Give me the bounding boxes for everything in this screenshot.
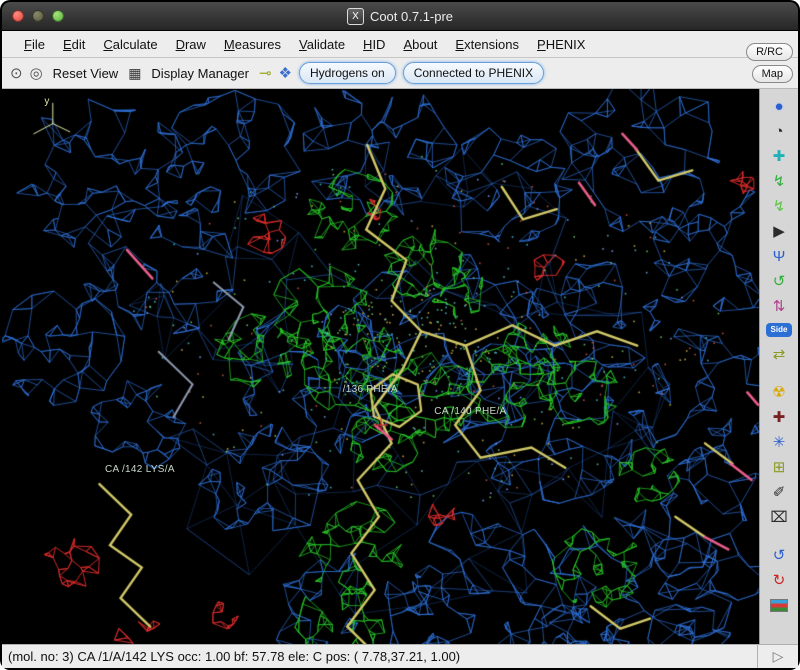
tool-cross-icon[interactable]: ✚ xyxy=(764,405,794,429)
redo-icon[interactable]: ↻ xyxy=(764,568,794,592)
view-orbit-icon[interactable]: ◎ xyxy=(30,66,43,81)
menu-bar: File Edit Calculate Draw Measures Valida… xyxy=(2,31,798,58)
window-title: X Coot 0.7.1-pre xyxy=(347,8,453,25)
menu-about[interactable]: About xyxy=(395,34,445,55)
modelling-sidebar: ● ◔ ✚ ↯ ↯ ▶ Ψ ↺ ⇅ Side ⇄ ☢ ✚ ✳ ⊞ ✐ ⌧ ↺ ↻ xyxy=(759,89,798,644)
menu-hid[interactable]: HID xyxy=(355,34,393,55)
play-icon[interactable]: ▶ xyxy=(764,219,794,243)
flag-icon[interactable] xyxy=(764,593,794,617)
menu-draw[interactable]: Draw xyxy=(168,34,214,55)
menu-validate[interactable]: Validate xyxy=(291,34,353,55)
toolbar: ⊙ ◎ Reset View ▦ Display Manager ⊸ ❖ Hyd… xyxy=(2,58,798,89)
real-space-refine-icon[interactable]: ↯ xyxy=(764,169,794,193)
zoom-button[interactable] xyxy=(52,10,64,22)
menu-extensions[interactable]: Extensions xyxy=(447,34,527,55)
spin-button[interactable]: ▷ xyxy=(757,644,798,668)
connected-phenix-button[interactable]: Connected to PHENIX xyxy=(403,62,544,84)
menu-phenix[interactable]: PHENIX xyxy=(529,34,593,55)
radiation-icon[interactable]: ☢ xyxy=(764,380,794,404)
density-sphere-icon[interactable]: ● xyxy=(764,94,794,118)
gl-viewport: y /136 PHE/A CA /140 PHE/A CA /142 LYS/A xyxy=(2,89,759,644)
title-bar[interactable]: X Coot 0.7.1-pre xyxy=(2,2,798,31)
rrc-button[interactable]: R/RC xyxy=(746,43,793,61)
window-title-text: Coot 0.7.1-pre xyxy=(370,9,453,24)
regularize-zone-icon[interactable]: ↯ xyxy=(764,194,794,218)
goto-ligand-icon[interactable]: ❖ xyxy=(279,66,292,81)
main-area: y /136 PHE/A CA /140 PHE/A CA /142 LYS/A… xyxy=(2,89,798,644)
menu-file[interactable]: File xyxy=(16,34,53,55)
pencil-icon[interactable]: ✐ xyxy=(764,480,794,504)
menu-edit[interactable]: Edit xyxy=(55,34,93,55)
swap-arrows-icon[interactable]: ⇄ xyxy=(764,342,794,366)
menu-calculate[interactable]: Calculate xyxy=(95,34,165,55)
flip-peptide-icon[interactable]: ⇅ xyxy=(764,294,794,318)
status-bar: (mol. no: 3) CA /1/A/142 LYS occ: 1.00 b… xyxy=(2,644,757,668)
spin-triangle-icon: ▷ xyxy=(773,648,784,665)
reset-view-button[interactable]: Reset View xyxy=(50,64,122,83)
hydrogens-on-button[interactable]: Hydrogens on xyxy=(299,62,396,84)
chi-angles-icon[interactable]: ↺ xyxy=(764,269,794,293)
molecule-canvas[interactable] xyxy=(2,89,759,644)
display-manager-button[interactable]: Display Manager xyxy=(148,64,252,83)
side-chain-180-button[interactable]: Side xyxy=(766,323,792,337)
undo-icon[interactable]: ↺ xyxy=(764,543,794,567)
clock-icon[interactable]: ◔ xyxy=(764,119,794,143)
coot-window: X Coot 0.7.1-pre File Edit Calculate Dra… xyxy=(0,0,800,670)
menu-measures[interactable]: Measures xyxy=(216,34,289,55)
goto-atom-icon[interactable]: ⊸ xyxy=(259,66,272,81)
boxed-plus-icon[interactable]: ⊞ xyxy=(764,455,794,479)
minimize-button[interactable] xyxy=(32,10,44,22)
view-target-icon[interactable]: ⊙ xyxy=(10,66,23,81)
move-anchor-icon[interactable]: ✚ xyxy=(764,144,794,168)
rotamer-icon[interactable]: Ψ xyxy=(764,244,794,268)
x11-icon: X xyxy=(347,8,364,25)
delete-icon[interactable]: ⌧ xyxy=(764,505,794,529)
map-button[interactable]: Map xyxy=(752,65,793,83)
status-text: (mol. no: 3) CA /1/A/142 LYS occ: 1.00 b… xyxy=(8,649,460,664)
flag-image xyxy=(770,599,788,612)
close-button[interactable] xyxy=(12,10,24,22)
display-manager-icon: ▦ xyxy=(128,66,141,80)
window-controls xyxy=(12,10,64,22)
add-atom-icon[interactable]: ✳ xyxy=(764,430,794,454)
status-row: (mol. no: 3) CA /1/A/142 LYS occ: 1.00 b… xyxy=(2,644,798,668)
